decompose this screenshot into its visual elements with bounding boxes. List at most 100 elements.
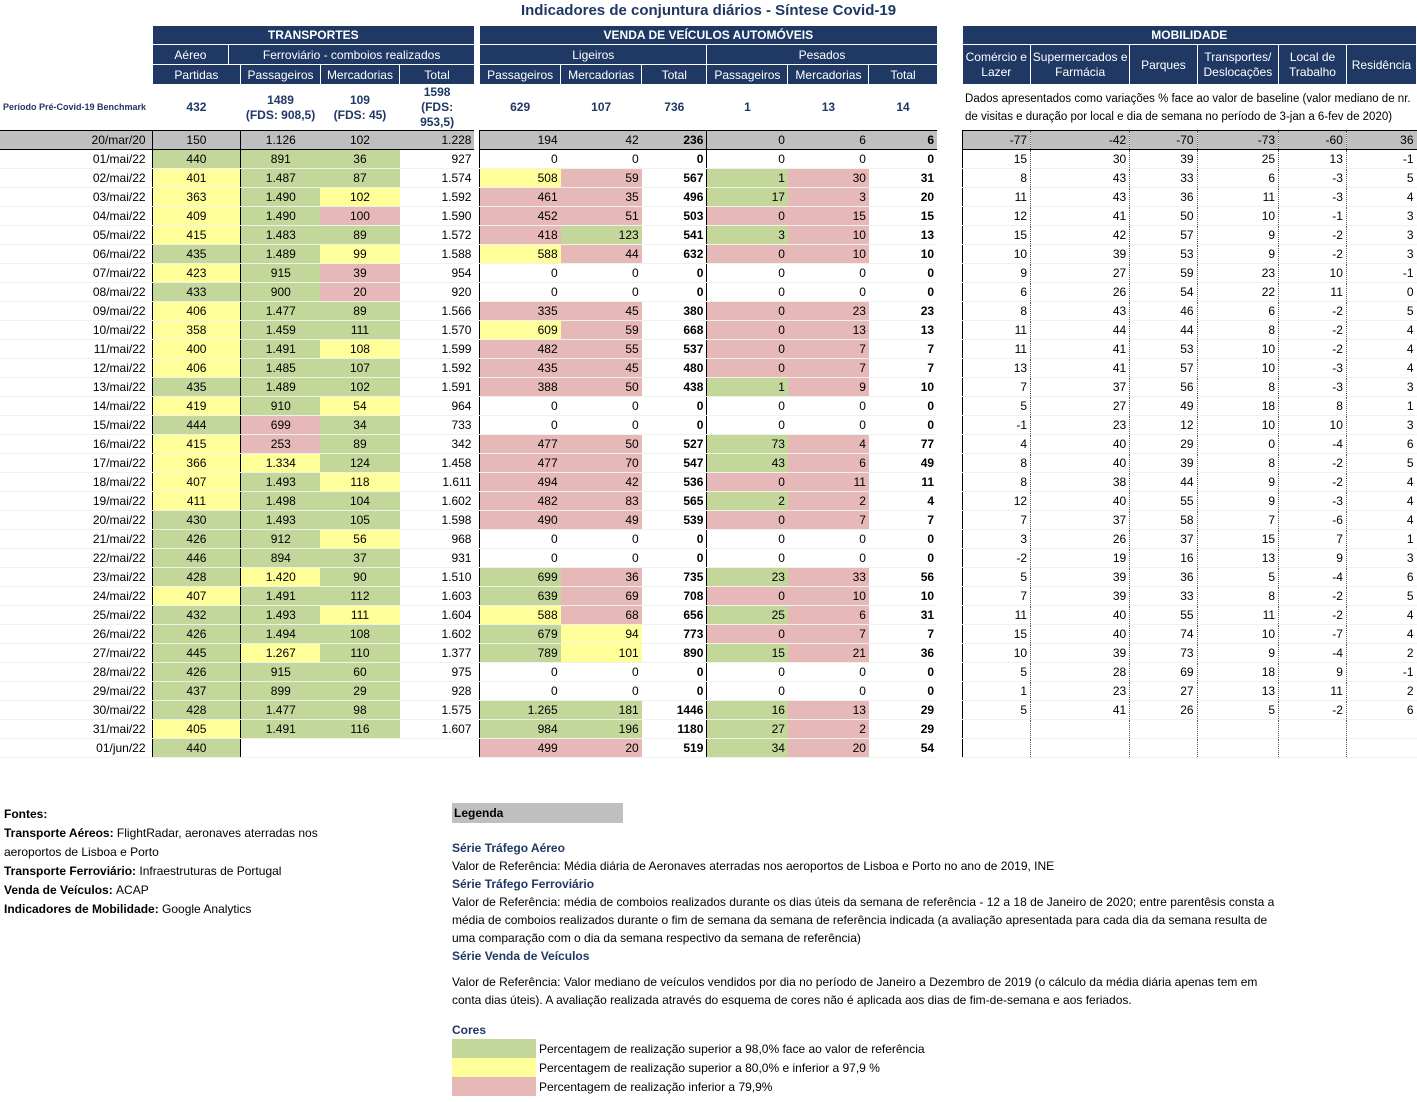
table-row: 01/jun/22 440 499 20 519 34 20 54 xyxy=(0,738,1417,758)
table-row: 12/mai/22 406 1.485 107 1.592 435 45 480 0 7 7 13 41… xyxy=(0,358,1417,378)
value-cell: 0 xyxy=(706,149,788,169)
value-cell: 0 xyxy=(706,263,788,283)
value-cell: 1.604 xyxy=(399,605,475,625)
gap xyxy=(937,434,963,454)
value-cell: 4 xyxy=(868,491,938,511)
value-cell: 423 xyxy=(151,263,241,283)
value-cell: 0 xyxy=(479,396,561,416)
value-cell: -1 xyxy=(1278,206,1347,226)
source-line: Indicadores de Mobilidade: Google Analyt… xyxy=(4,900,344,919)
value-cell: -42 xyxy=(1030,130,1130,150)
value-cell: 1.588 xyxy=(399,244,475,264)
value-cell: 1 xyxy=(961,681,1031,701)
value-cell xyxy=(320,738,400,758)
value-cell: 0 xyxy=(479,662,561,682)
value-cell: 107 xyxy=(320,358,400,378)
value-cell: 1.485 xyxy=(240,358,321,378)
gap xyxy=(937,643,963,663)
table-row: 31/mai/22 405 1.491 116 1.607 984 196 1180 27 2 29 xyxy=(0,719,1417,739)
value-cell: 11 xyxy=(961,187,1031,207)
value-cell: 39 xyxy=(1030,586,1130,606)
value-cell: 1.493 xyxy=(240,472,321,492)
value-cell: 0 xyxy=(560,548,642,568)
gap xyxy=(937,149,963,169)
value-cell: 432 xyxy=(151,605,241,625)
value-cell: -1 xyxy=(1345,662,1417,682)
value-cell: 13 xyxy=(868,225,938,245)
value-cell: 15 xyxy=(706,643,788,663)
value-cell: 1.590 xyxy=(399,206,475,226)
row-date: 23/mai/22 xyxy=(0,567,153,587)
legend-cores-heading: Cores xyxy=(452,1023,487,1037)
col-lig-mercadorias: Mercadorias xyxy=(560,64,643,85)
value-cell: 10 xyxy=(787,244,869,264)
value-cell: 39 xyxy=(1129,149,1198,169)
gap xyxy=(937,491,963,511)
legend-red: Percentagem de realização inferior a 79,… xyxy=(452,1077,1282,1096)
value-cell: 6 xyxy=(1345,434,1417,454)
value-cell: 477 xyxy=(479,434,561,454)
gap xyxy=(937,453,963,473)
value-cell: 0 xyxy=(706,662,788,682)
value-cell: 13 xyxy=(961,358,1031,378)
value-cell: 27 xyxy=(1129,681,1198,701)
value-cell: 10 xyxy=(961,244,1031,264)
value-cell: 0 xyxy=(706,301,788,321)
value-cell: 8 xyxy=(961,472,1031,492)
value-cell: 1.575 xyxy=(399,700,475,720)
table-row: 18/mai/22 407 1.493 118 1.611 494 42 536 0 11 11 8 3… xyxy=(0,472,1417,492)
value-cell: 104 xyxy=(320,491,400,511)
value-cell: 69 xyxy=(1129,662,1198,682)
value-cell: 30 xyxy=(787,168,869,188)
value-cell: 111 xyxy=(320,605,400,625)
value-cell: 435 xyxy=(151,377,241,397)
value-cell: 9 xyxy=(961,263,1031,283)
row-date: 03/mai/22 xyxy=(0,187,153,207)
value-cell: 74 xyxy=(1129,624,1198,644)
gap xyxy=(937,244,963,264)
value-cell: 83 xyxy=(560,491,642,511)
value-cell: 53 xyxy=(1129,244,1198,264)
value-cell: 418 xyxy=(479,225,561,245)
value-cell: 10 xyxy=(868,586,938,606)
value-cell: 0 xyxy=(479,529,561,549)
value-cell: 733 xyxy=(399,415,475,435)
value-cell: 20 xyxy=(787,738,869,758)
value-cell: 0 xyxy=(1196,434,1279,454)
value-cell: 405 xyxy=(151,719,241,739)
value-cell: 15 xyxy=(868,206,938,226)
value-cell: 964 xyxy=(399,396,475,416)
value-cell: 98 xyxy=(320,700,400,720)
value-cell: 20 xyxy=(868,187,938,207)
gap xyxy=(937,472,963,492)
value-cell: 482 xyxy=(479,491,561,511)
value-cell: 9 xyxy=(1196,643,1279,663)
col-ferro-passageiros: Passageiros xyxy=(240,64,321,85)
value-cell: 40 xyxy=(1030,434,1130,454)
table-row: 28/mai/22 426 915 60 975 0 0 0 0 0 0 5 28 69 18 9 -1 xyxy=(0,662,1417,682)
value-cell: 7 xyxy=(961,586,1031,606)
value-cell: 1.493 xyxy=(240,510,321,530)
value-cell: 10 xyxy=(787,586,869,606)
value-cell: 37 xyxy=(320,548,400,568)
value-cell: 2 xyxy=(787,719,869,739)
col-pes-passageiros: Passageiros xyxy=(706,64,789,85)
value-cell: -1 xyxy=(1345,263,1417,283)
value-cell: -1 xyxy=(1345,149,1417,169)
table-row: 15/mai/22 444 699 34 733 0 0 0 0 0 0 -1 23 12 10 10 3 xyxy=(0,415,1417,435)
value-cell: 407 xyxy=(151,586,241,606)
value-cell: 446 xyxy=(151,548,241,568)
value-cell: 40 xyxy=(1030,453,1130,473)
value-cell: 0 xyxy=(787,529,869,549)
value-cell: 9 xyxy=(1196,244,1279,264)
value-cell: 541 xyxy=(641,225,707,245)
value-cell: 43 xyxy=(706,453,788,473)
value-cell: 18 xyxy=(1196,396,1279,416)
value-cell: 5 xyxy=(961,662,1031,682)
legend-yellow-text: Percentagem de realização superior a 80,… xyxy=(539,1060,880,1075)
value-cell: 116 xyxy=(320,719,400,739)
row-date: 25/mai/22 xyxy=(0,605,153,625)
value-cell: 7 xyxy=(961,377,1031,397)
value-cell: 0 xyxy=(706,681,788,701)
benchmark-label: Período Pré-Covid-19 Benchmark xyxy=(3,102,147,113)
